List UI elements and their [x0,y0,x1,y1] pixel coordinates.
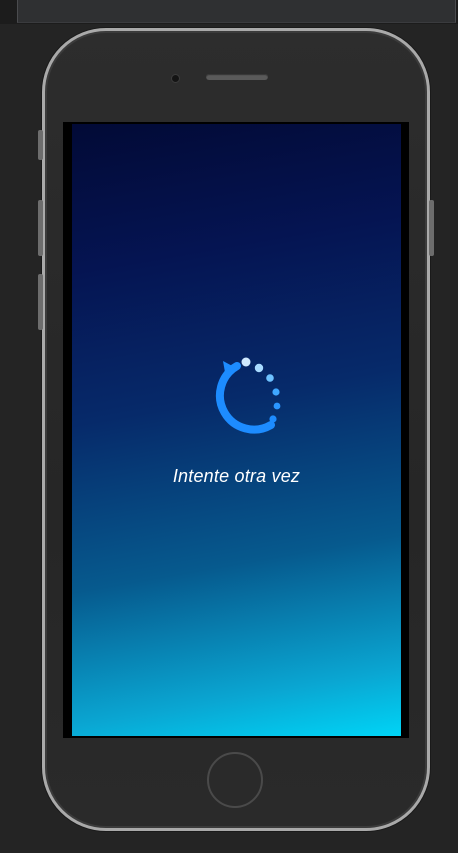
loading-dot [272,388,280,396]
refresh-loading-icon[interactable] [190,353,286,449]
loading-dot [241,357,251,367]
mute-switch [38,130,43,160]
power-button [429,200,434,256]
volume-down-button [38,274,43,330]
top-toolbar [0,0,458,24]
front-camera [171,74,180,83]
home-button[interactable] [207,752,263,808]
loading-dot [266,374,274,382]
earpiece-speaker [206,74,268,80]
toolbar-panel [17,0,456,23]
loading-dot [254,363,264,373]
volume-up-button [38,200,43,256]
retry-message[interactable]: Intente otra vez [72,466,401,487]
loading-dot [269,415,277,423]
loading-dot [273,402,281,410]
